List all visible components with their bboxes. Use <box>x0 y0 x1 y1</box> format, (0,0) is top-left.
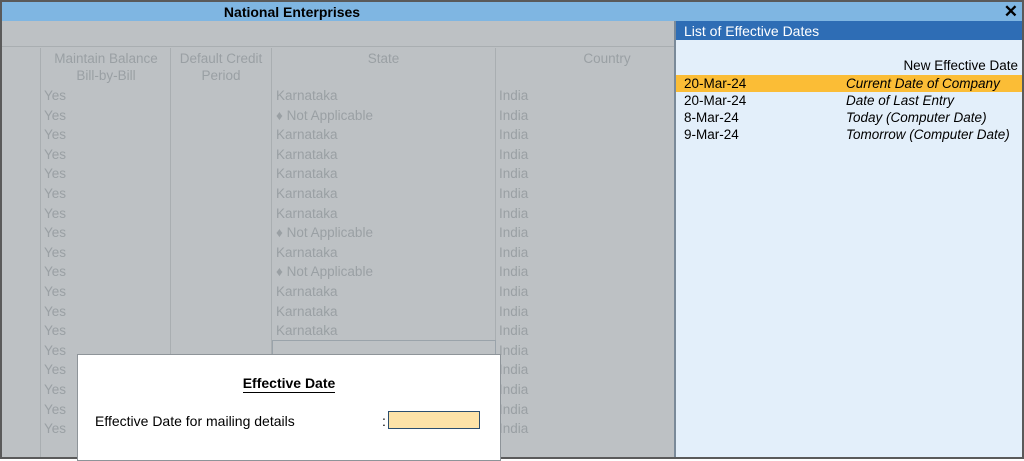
table-row[interactable]: Yes ♦ Not Applicable India <box>2 262 674 282</box>
field-colon: : <box>382 413 386 429</box>
header-divider <box>2 46 674 47</box>
cell-bbb: Yes <box>44 264 67 280</box>
cell-bbb: Yes <box>44 323 67 339</box>
cell-country: India <box>499 401 529 417</box>
cell-country: India <box>499 381 529 397</box>
dialog-title: Effective Date <box>242 375 336 393</box>
cell-bbb: Yes <box>44 362 67 378</box>
cell-state: ♦ Not Applicable <box>276 107 373 123</box>
table-row[interactable]: Yes Karnataka India <box>2 184 674 204</box>
cell-country: India <box>499 166 529 182</box>
cell-country: India <box>499 88 529 103</box>
cell-bbb: Yes <box>44 303 67 319</box>
effective-date-item[interactable]: 9-Mar-24 Tomorrow (Computer Date) <box>676 126 1022 143</box>
header-bill-by-bill: Maintain Balance Bill-by-Bill <box>54 51 158 83</box>
table-row[interactable]: Yes Karnataka India <box>2 86 674 106</box>
table-row[interactable]: Yes Karnataka India <box>2 243 674 263</box>
panel-subtitle: New Effective Date <box>903 58 1018 73</box>
effective-date-item[interactable]: 8-Mar-24 Today (Computer Date) <box>676 109 1022 126</box>
item-date: 20-Mar-24 <box>684 76 747 91</box>
window-title: National Enterprises <box>223 4 361 20</box>
item-date: 8-Mar-24 <box>684 110 739 125</box>
table-row[interactable]: Yes Karnataka India <box>2 282 674 302</box>
cell-country: India <box>499 244 529 260</box>
item-label: Current Date of Company <box>846 76 1000 91</box>
cell-state: Karnataka <box>276 205 338 221</box>
cell-state: Karnataka <box>276 185 338 201</box>
cell-bbb: Yes <box>44 205 67 221</box>
cell-country: India <box>499 421 529 437</box>
title-bar: National Enterprises ✕ <box>2 2 1022 21</box>
cell-bbb: Yes <box>44 88 67 103</box>
cell-bbb: Yes <box>44 342 67 358</box>
cell-bbb: Yes <box>44 166 67 182</box>
cell-country: India <box>499 205 529 221</box>
panel-title: List of Effective Dates <box>676 21 1022 40</box>
cell-country: India <box>499 362 529 378</box>
close-icon[interactable]: ✕ <box>1004 2 1018 21</box>
table-row[interactable]: Yes Karnataka India <box>2 204 674 224</box>
cell-country: India <box>499 185 529 201</box>
cell-state: ♦ Not Applicable <box>276 264 373 280</box>
cell-country: India <box>499 127 529 143</box>
header-state: State <box>367 51 400 66</box>
cell-state: ♦ Not Applicable <box>276 225 373 241</box>
cell-bbb: Yes <box>44 225 67 241</box>
cell-country: India <box>499 283 529 299</box>
cell-country: India <box>499 303 529 319</box>
item-date: 9-Mar-24 <box>684 127 739 142</box>
effective-date-list: 20-Mar-24 Current Date of Company 20-Mar-2… <box>676 75 1022 143</box>
effective-dates-panel: List of Effective Dates New Effective Da… <box>674 21 1022 457</box>
cell-bbb: Yes <box>44 185 67 201</box>
cell-state: Karnataka <box>276 303 338 319</box>
item-label: Tomorrow (Computer Date) <box>846 127 1010 142</box>
effective-date-input[interactable] <box>388 411 480 429</box>
effective-date-item[interactable]: 20-Mar-24 Date of Last Entry <box>676 92 1022 109</box>
cell-state: Karnataka <box>276 244 338 260</box>
table-row[interactable]: Yes Karnataka India <box>2 321 674 341</box>
cell-state: Karnataka <box>276 323 338 339</box>
cell-bbb: Yes <box>44 421 67 437</box>
effective-date-item[interactable]: 20-Mar-24 Current Date of Company <box>676 75 1022 92</box>
item-date: 20-Mar-24 <box>684 93 747 108</box>
cell-bbb: Yes <box>44 381 67 397</box>
cell-country: India <box>499 264 529 280</box>
cell-state: Karnataka <box>276 146 338 162</box>
cell-country: India <box>499 146 529 162</box>
effective-date-dialog: Effective Date Effective Date for mailin… <box>77 354 501 461</box>
table-row[interactable]: Yes ♦ Not Applicable India <box>2 223 674 243</box>
item-label: Date of Last Entry <box>846 93 955 108</box>
cell-country: India <box>499 225 529 241</box>
field-label: Effective Date for mailing details <box>95 413 295 429</box>
table-row[interactable]: Yes Karnataka India <box>2 125 674 145</box>
table-row[interactable]: Yes Karnataka India <box>2 164 674 184</box>
cell-country: India <box>499 107 529 123</box>
table-row[interactable]: Yes Karnataka India <box>2 145 674 165</box>
item-label: Today (Computer Date) <box>846 110 987 125</box>
cell-bbb: Yes <box>44 244 67 260</box>
cell-bbb: Yes <box>44 146 67 162</box>
table-row[interactable]: Yes ♦ Not Applicable India <box>2 106 674 126</box>
cell-state: Karnataka <box>276 88 338 103</box>
table-row[interactable]: Yes Karnataka India <box>2 302 674 322</box>
cell-state: Karnataka <box>276 283 338 299</box>
cell-bbb: Yes <box>44 107 67 123</box>
header-credit-period: Default Credit Period <box>179 51 263 83</box>
cell-bbb: Yes <box>44 127 67 143</box>
cell-bbb: Yes <box>44 401 67 417</box>
cell-bbb: Yes <box>44 283 67 299</box>
cell-state: Karnataka <box>276 166 338 182</box>
cell-state: Karnataka <box>276 127 338 143</box>
cell-country: India <box>499 323 529 339</box>
cell-country: India <box>499 342 529 358</box>
